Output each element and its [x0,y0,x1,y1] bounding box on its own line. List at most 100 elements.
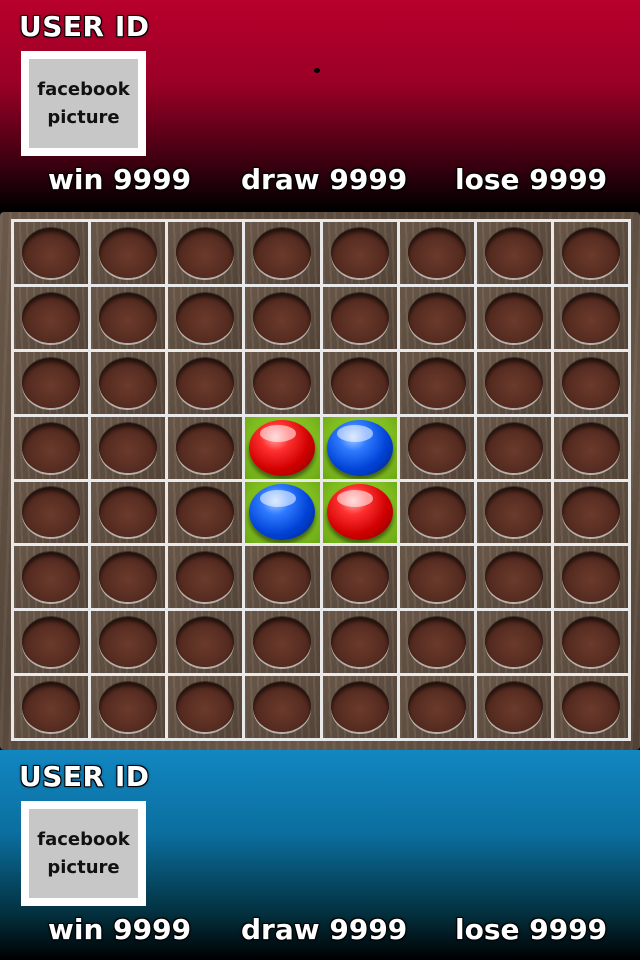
empty-hole [99,617,158,668]
board-cell[interactable] [319,219,400,287]
top-lose-count: lose 9999 [455,163,608,196]
empty-hole [253,617,312,668]
empty-hole [99,682,158,733]
empty-hole [22,617,81,668]
board-cell[interactable] [165,608,246,677]
empty-hole [561,552,620,603]
empty-hole [407,292,466,343]
bottom-profile-picture[interactable]: facebook picture [21,801,146,906]
empty-hole [253,357,312,408]
board-cell[interactable] [396,413,477,482]
board-cell[interactable] [473,413,554,482]
board-cell[interactable] [473,283,554,352]
board-cell[interactable] [396,283,477,352]
board-cell[interactable] [11,219,92,287]
board-cell[interactable] [396,478,477,547]
board-cell[interactable] [88,219,169,287]
board-cell[interactable] [11,348,92,417]
board-cell[interactable] [473,673,554,741]
board-cell[interactable] [319,608,400,677]
empty-hole [484,422,543,473]
board-cell[interactable] [473,543,554,612]
board-cell[interactable] [88,283,169,352]
empty-hole [22,552,81,603]
board-cell[interactable] [242,543,323,612]
board-cell[interactable] [319,348,400,417]
board-cell[interactable] [319,283,400,352]
board-cell[interactable] [11,413,92,482]
empty-hole [176,552,235,603]
board-cell[interactable] [473,608,554,677]
empty-hole [561,292,620,343]
board-cell[interactable] [396,219,477,287]
empty-hole [99,357,158,408]
empty-hole [561,487,620,538]
board-cell[interactable] [88,478,169,547]
board-cell[interactable] [11,283,92,352]
board-cell[interactable] [165,348,246,417]
empty-hole [22,487,81,538]
board-cell[interactable] [319,413,400,482]
board-cell[interactable] [473,478,554,547]
empty-hole [407,357,466,408]
board-cell[interactable] [242,283,323,352]
board-cell[interactable] [550,478,631,547]
red-disc [326,484,393,541]
board-grid [11,219,631,741]
board-cell[interactable] [319,673,400,741]
board-cell[interactable] [550,608,631,677]
empty-hole [330,617,389,668]
top-win-count: win 9999 [48,163,192,196]
board-cell[interactable] [242,478,323,547]
board-cell[interactable] [165,219,246,287]
board-cell[interactable] [165,543,246,612]
board-cell[interactable] [396,673,477,741]
board-cell[interactable] [396,348,477,417]
board-cell[interactable] [165,413,246,482]
empty-hole [176,682,235,733]
empty-hole [22,227,81,278]
board-cell[interactable] [88,543,169,612]
board-cell[interactable] [88,413,169,482]
top-user-id: USER ID [19,10,150,43]
board-cell[interactable] [550,348,631,417]
empty-hole [330,357,389,408]
board-cell[interactable] [550,413,631,482]
board-cell[interactable] [11,543,92,612]
board-cell[interactable] [88,608,169,677]
empty-hole [176,422,235,473]
bottom-draw-count: draw 9999 [241,913,408,946]
board-cell[interactable] [88,348,169,417]
board-cell[interactable] [242,348,323,417]
board-cell[interactable] [11,478,92,547]
board-cell[interactable] [473,219,554,287]
empty-hole [176,227,235,278]
board-cell[interactable] [242,608,323,677]
board-cell[interactable] [242,219,323,287]
top-draw-count: draw 9999 [241,163,408,196]
board-cell[interactable] [319,543,400,612]
board-cell[interactable] [396,608,477,677]
board-cell[interactable] [11,608,92,677]
empty-hole [407,422,466,473]
empty-hole [176,357,235,408]
empty-hole [330,227,389,278]
board-cell[interactable] [550,673,631,741]
empty-hole [484,617,543,668]
bottom-player-panel: USER ID facebook picture win 9999 draw 9… [0,750,640,960]
board-cell[interactable] [165,283,246,352]
board-cell[interactable] [550,543,631,612]
board-cell[interactable] [550,219,631,287]
board-cell[interactable] [88,673,169,741]
board-cell[interactable] [11,673,92,741]
board-cell[interactable] [242,413,323,482]
board-cell[interactable] [396,543,477,612]
board-cell[interactable] [473,348,554,417]
board-cell[interactable] [550,283,631,352]
top-profile-picture[interactable]: facebook picture [21,51,146,156]
board-cell[interactable] [165,673,246,741]
board-cell[interactable] [165,478,246,547]
board-cell[interactable] [242,673,323,741]
empty-hole [561,422,620,473]
board-cell[interactable] [319,478,400,547]
